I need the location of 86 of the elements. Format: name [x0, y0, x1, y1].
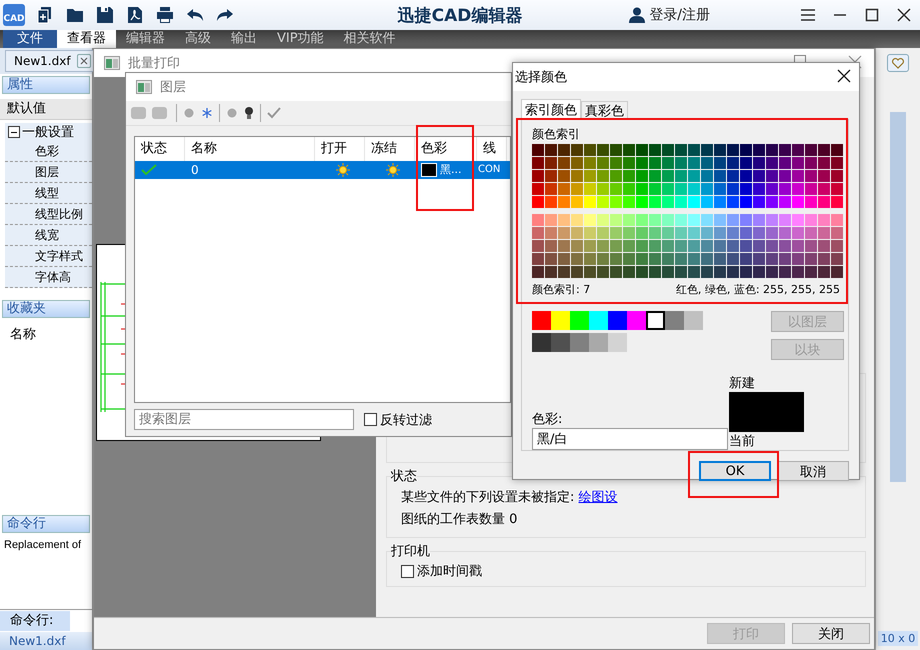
color-palette-drawing[interactable]	[532, 144, 844, 279]
document-tab[interactable]: New1.dxf	[5, 50, 96, 72]
property-row: 图层	[5, 162, 92, 183]
dialog-title: 选择颜色	[515, 69, 567, 86]
menu-tab[interactable]: 输出	[221, 30, 267, 48]
login-button[interactable]: 登录/注册	[623, 5, 716, 25]
collapse-icon[interactable]	[8, 126, 20, 138]
color-name: 黑...	[440, 162, 462, 178]
print-icon[interactable]	[155, 5, 175, 25]
invert-filter-checkbox[interactable]	[364, 413, 377, 426]
app-title: 迅捷CAD编辑器	[398, 4, 522, 26]
layer-row[interactable]: 0 黑... CON	[135, 161, 510, 179]
property-group-label: 一般设置	[22, 124, 74, 141]
close-icon[interactable]	[837, 69, 853, 85]
document-tab-label: New1.dxf	[14, 54, 71, 68]
dialog-tab[interactable]: 索引颜色	[521, 99, 581, 119]
window-title: 批量打印	[128, 55, 180, 72]
status-file: New1.dxf	[0, 632, 92, 650]
color-swatch[interactable]	[532, 311, 551, 330]
group-title: 状态	[391, 468, 417, 485]
menu-tab[interactable]: 编辑器	[116, 30, 175, 48]
dialog-button[interactable]: 取消	[777, 461, 849, 481]
color-swatch[interactable]	[551, 333, 570, 352]
checkbox-label: 添加时间戳	[417, 563, 482, 580]
menu-tab[interactable]: VIP功能	[267, 30, 334, 48]
linetype-cell-text: CON	[477, 163, 502, 177]
window-title: 图层	[160, 79, 186, 96]
new-color-label: 新建	[729, 375, 756, 392]
property-row: 线宽	[5, 225, 92, 246]
status-message: 某些文件的下列设置未被指定: 绘图设	[401, 489, 619, 507]
lightbulb-icon[interactable]	[244, 106, 254, 120]
dialog-tab[interactable]: 真彩色	[581, 101, 628, 119]
property-row: 线型	[5, 183, 92, 204]
checkmark-icon[interactable]	[267, 107, 281, 119]
user-icon	[629, 7, 646, 23]
window-icon	[104, 56, 120, 70]
color-field-label: 色彩:	[532, 411, 564, 428]
color-swatch[interactable]	[646, 311, 665, 330]
close-tab-icon[interactable]	[76, 54, 91, 68]
dialog-button[interactable]: OK	[699, 461, 771, 481]
menu-tab[interactable]: 高级	[175, 30, 221, 48]
palette-label: 颜色索引	[532, 126, 581, 142]
property-row: 色彩	[5, 141, 92, 162]
color-swatch[interactable]	[589, 333, 608, 352]
color-name-field[interactable]: 黑/白	[532, 428, 728, 450]
app-logo: CAD	[3, 4, 25, 26]
current-color-label: 当前	[729, 433, 756, 450]
color-swatch[interactable]	[532, 333, 551, 352]
panel-header: 收藏夹	[2, 300, 90, 318]
layer-name: 0	[190, 162, 200, 179]
color-swatch[interactable]	[570, 333, 589, 352]
window-icon	[136, 80, 152, 94]
color-swatch[interactable]	[665, 311, 684, 330]
favorites-column-header: 名称	[9, 326, 37, 344]
pdf-icon[interactable]	[125, 5, 145, 25]
menu-tab[interactable]: 查看器	[57, 30, 116, 48]
snowflake-icon[interactable]	[201, 107, 213, 119]
save-icon[interactable]	[95, 5, 115, 25]
settings-link[interactable]: 绘图设	[578, 490, 618, 505]
rgb-readout: 红色, 绿色, 蓝色: 255, 255, 255	[676, 282, 840, 297]
search-field[interactable]: 搜索图层	[134, 409, 354, 430]
color-swatch[interactable]	[551, 311, 570, 330]
menu-tab[interactable]: 相关软件	[334, 30, 406, 48]
command-prompt-label: 命令行:	[0, 611, 70, 631]
color-swatch[interactable]	[608, 311, 627, 330]
sheet-count: 图纸的工作表数量 0	[401, 511, 518, 529]
color-swatch[interactable]	[627, 311, 646, 330]
coordinates-readout: 10 x 0	[878, 631, 918, 646]
default-value-row: 默认值	[0, 99, 92, 120]
property-row: 字体高	[5, 267, 92, 288]
color-swatch[interactable]	[570, 311, 589, 330]
panel-header: 命令行	[2, 515, 90, 533]
command-output: Replacement of	[0, 535, 92, 610]
color-index-readout: 颜色索引: 7	[532, 282, 590, 297]
property-row: 文字样式	[5, 246, 92, 267]
property-row: 线型比例	[5, 204, 92, 225]
color-swatch[interactable]	[589, 311, 608, 330]
menu-tab[interactable]: 文件	[3, 30, 57, 48]
panel-header: 属性	[2, 76, 90, 94]
dialog-button[interactable]: 关闭	[792, 623, 870, 644]
scrollbar[interactable]	[890, 112, 906, 482]
color-swatch[interactable]	[684, 311, 703, 330]
checkbox-label: 反转过滤	[380, 412, 432, 428]
timestamp-checkbox[interactable]	[401, 564, 414, 578]
color-swatch[interactable]	[608, 333, 627, 352]
group-title: 打印机	[391, 543, 430, 560]
